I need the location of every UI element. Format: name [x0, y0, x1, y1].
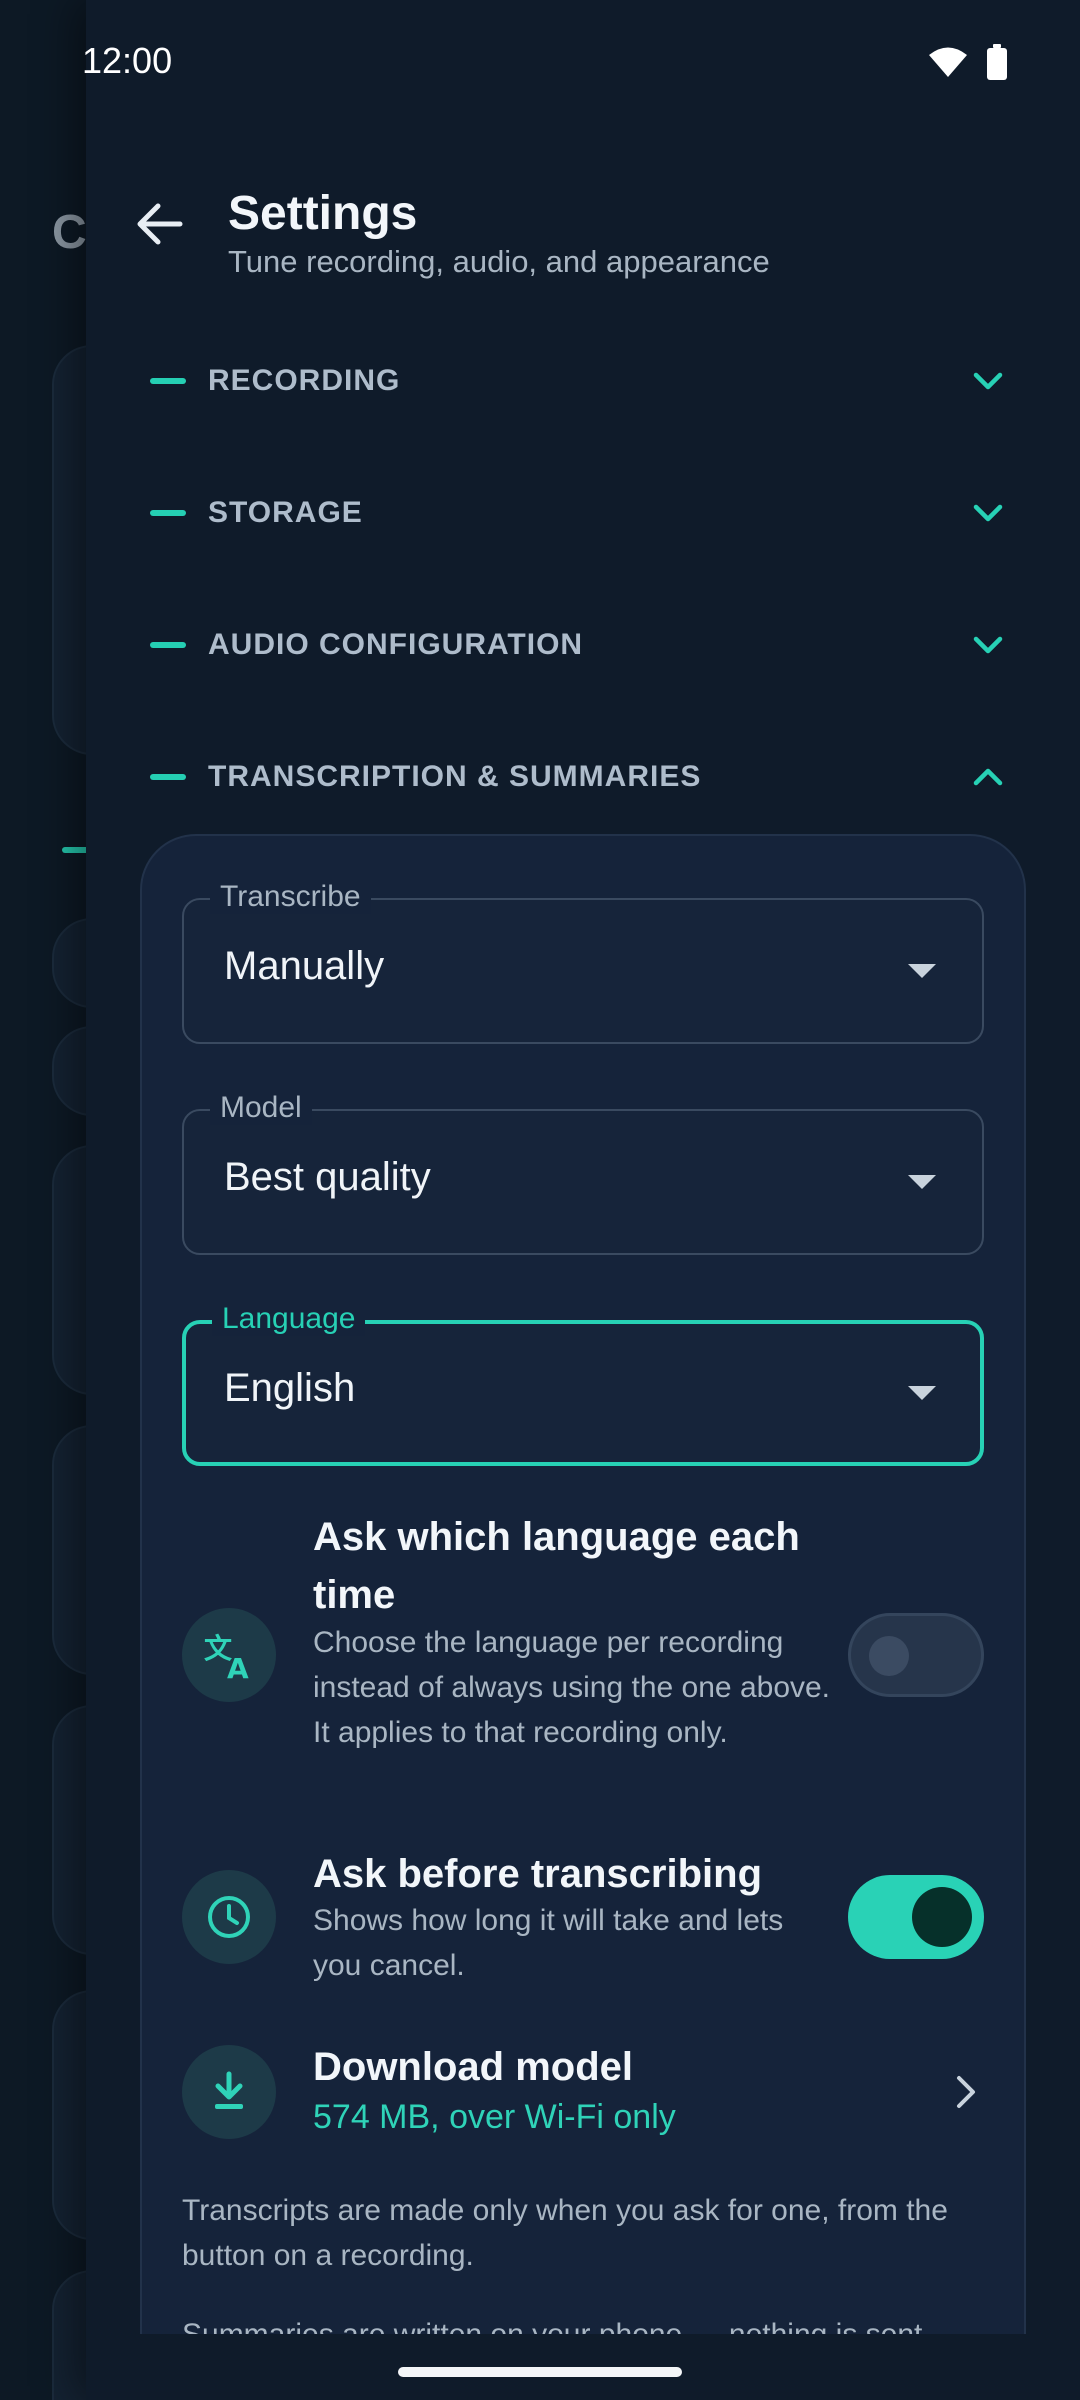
dropdown-arrow-icon	[908, 964, 936, 978]
dropdown-arrow-icon	[908, 1175, 936, 1189]
svg-text:A: A	[227, 1652, 249, 1682]
section-label: AUDIO CONFIGURATION	[208, 628, 584, 661]
chevron-down-icon	[966, 491, 1010, 535]
section-marker	[150, 642, 186, 648]
status-icons	[928, 44, 1008, 85]
section-label: RECORDING	[208, 364, 401, 397]
toggle-knob	[912, 1887, 972, 1947]
status-time: 12:00	[82, 40, 173, 81]
language-label: Language	[212, 1302, 366, 1336]
ask-language-description: Choose the language per recording instea…	[313, 1626, 831, 1749]
wifi-icon	[928, 46, 968, 83]
ask-before-description: Shows how long it will take and lets you…	[313, 1904, 784, 1982]
section-label: STORAGE	[208, 496, 363, 529]
home-gesture-bar[interactable]	[398, 2367, 682, 2377]
dropdown-arrow-icon	[908, 1386, 936, 1400]
back-button[interactable]	[130, 196, 190, 256]
section-marker	[150, 378, 186, 384]
background-title-letter: C	[52, 206, 87, 259]
section-marker	[150, 510, 186, 516]
model-label: Model	[210, 1091, 312, 1125]
ask-before-toggle[interactable]	[848, 1875, 984, 1959]
section-marker	[150, 774, 186, 780]
transcribe-dropdown[interactable]: Transcribe Manually	[182, 880, 984, 1044]
chevron-down-icon	[966, 623, 1010, 667]
ask-language-title: Ask which language each time	[313, 1515, 800, 1617]
section-storage[interactable]: STORAGE	[150, 473, 1010, 553]
arrow-back-icon	[136, 202, 184, 251]
page-title: Settings	[228, 187, 418, 240]
download-model-title[interactable]: Download model	[313, 2038, 843, 2096]
chevron-right-icon[interactable]	[946, 2072, 986, 2112]
ask-language-toggle[interactable]	[848, 1613, 984, 1697]
section-recording[interactable]: RECORDING	[150, 341, 1010, 421]
section-transcription-summaries[interactable]: TRANSCRIPTION & SUMMARIES	[150, 737, 1010, 817]
transcripts-note: Transcripts are made only when you ask f…	[182, 2194, 948, 2272]
language-value: English	[224, 1366, 356, 1410]
battery-icon	[986, 44, 1008, 85]
model-value: Best quality	[224, 1155, 431, 1199]
toggle-knob	[869, 1636, 909, 1676]
section-label: TRANSCRIPTION & SUMMARIES	[208, 760, 702, 793]
transcribe-label: Transcribe	[210, 880, 371, 914]
download-icon	[182, 2045, 276, 2139]
download-model-detail: 574 MB, over Wi-Fi only	[313, 2098, 676, 2136]
clock-icon	[182, 1870, 276, 1964]
language-dropdown[interactable]: Language English	[182, 1302, 984, 1466]
model-dropdown[interactable]: Model Best quality	[182, 1091, 984, 1255]
page-subtitle: Tune recording, audio, and appearance	[228, 244, 770, 279]
chevron-up-icon	[966, 755, 1010, 799]
transcribe-value: Manually	[224, 944, 385, 988]
section-audio-configuration[interactable]: AUDIO CONFIGURATION	[150, 605, 1010, 685]
translate-icon: 文 A	[182, 1608, 276, 1702]
ask-before-title: Ask before transcribing	[313, 1852, 763, 1896]
chevron-down-icon	[966, 359, 1010, 403]
